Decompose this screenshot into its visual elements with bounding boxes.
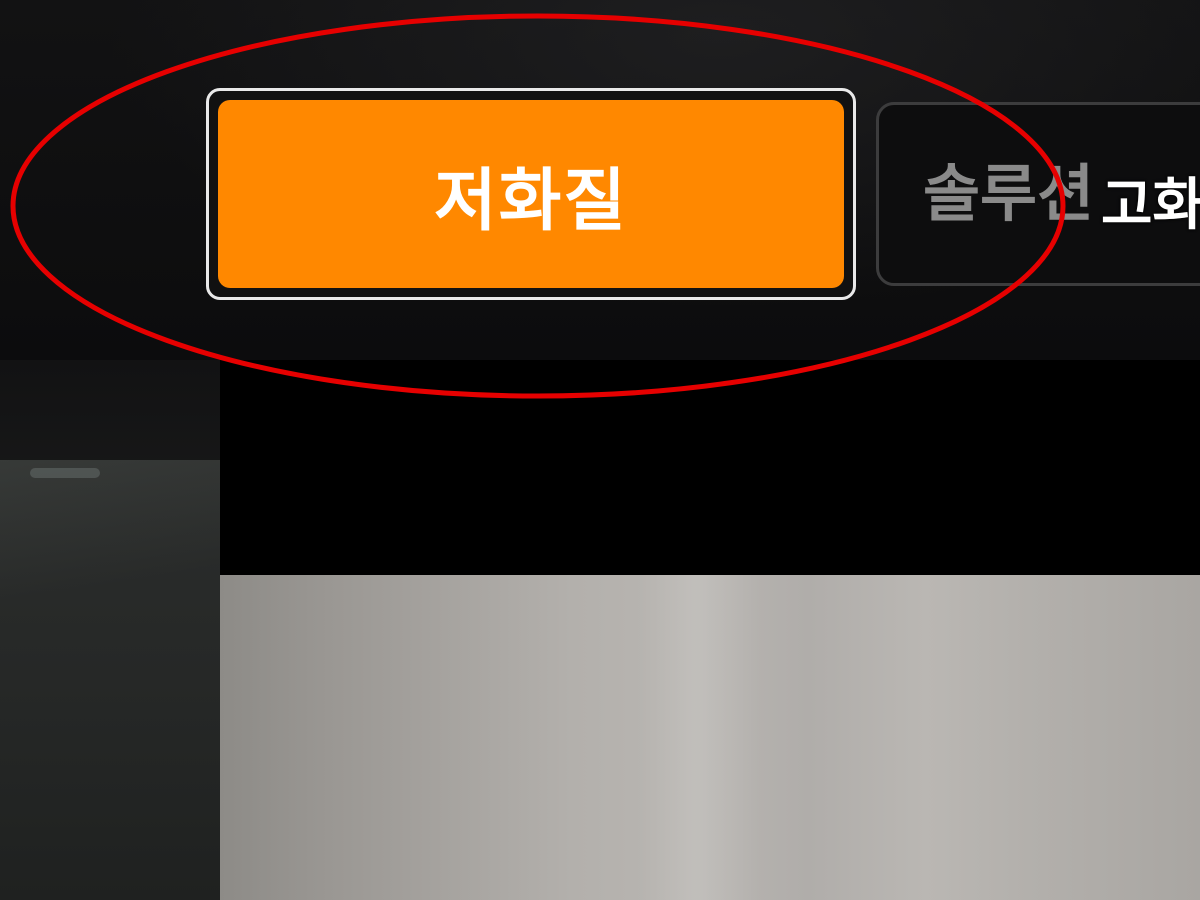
side-preview-image xyxy=(0,460,220,900)
video-light-haze xyxy=(640,575,760,900)
low-quality-label: 저화질 xyxy=(434,161,628,241)
video-player[interactable] xyxy=(220,360,1200,900)
app-screen: 저화질 솔루션 고화 xyxy=(0,0,1200,900)
side-preview-highlight xyxy=(30,468,100,478)
high-quality-label: 고화 xyxy=(1101,173,1200,238)
low-quality-button[interactable]: 저화질 xyxy=(206,88,856,300)
video-frame-image xyxy=(220,575,1200,900)
quality-selector: 저화질 솔루션 고화 xyxy=(206,88,1200,303)
solution-label: 솔루션 xyxy=(923,157,1095,230)
high-quality-button[interactable]: 고화 xyxy=(1101,160,1200,241)
low-quality-button-fill: 저화질 xyxy=(218,100,844,288)
side-preview xyxy=(0,360,220,900)
